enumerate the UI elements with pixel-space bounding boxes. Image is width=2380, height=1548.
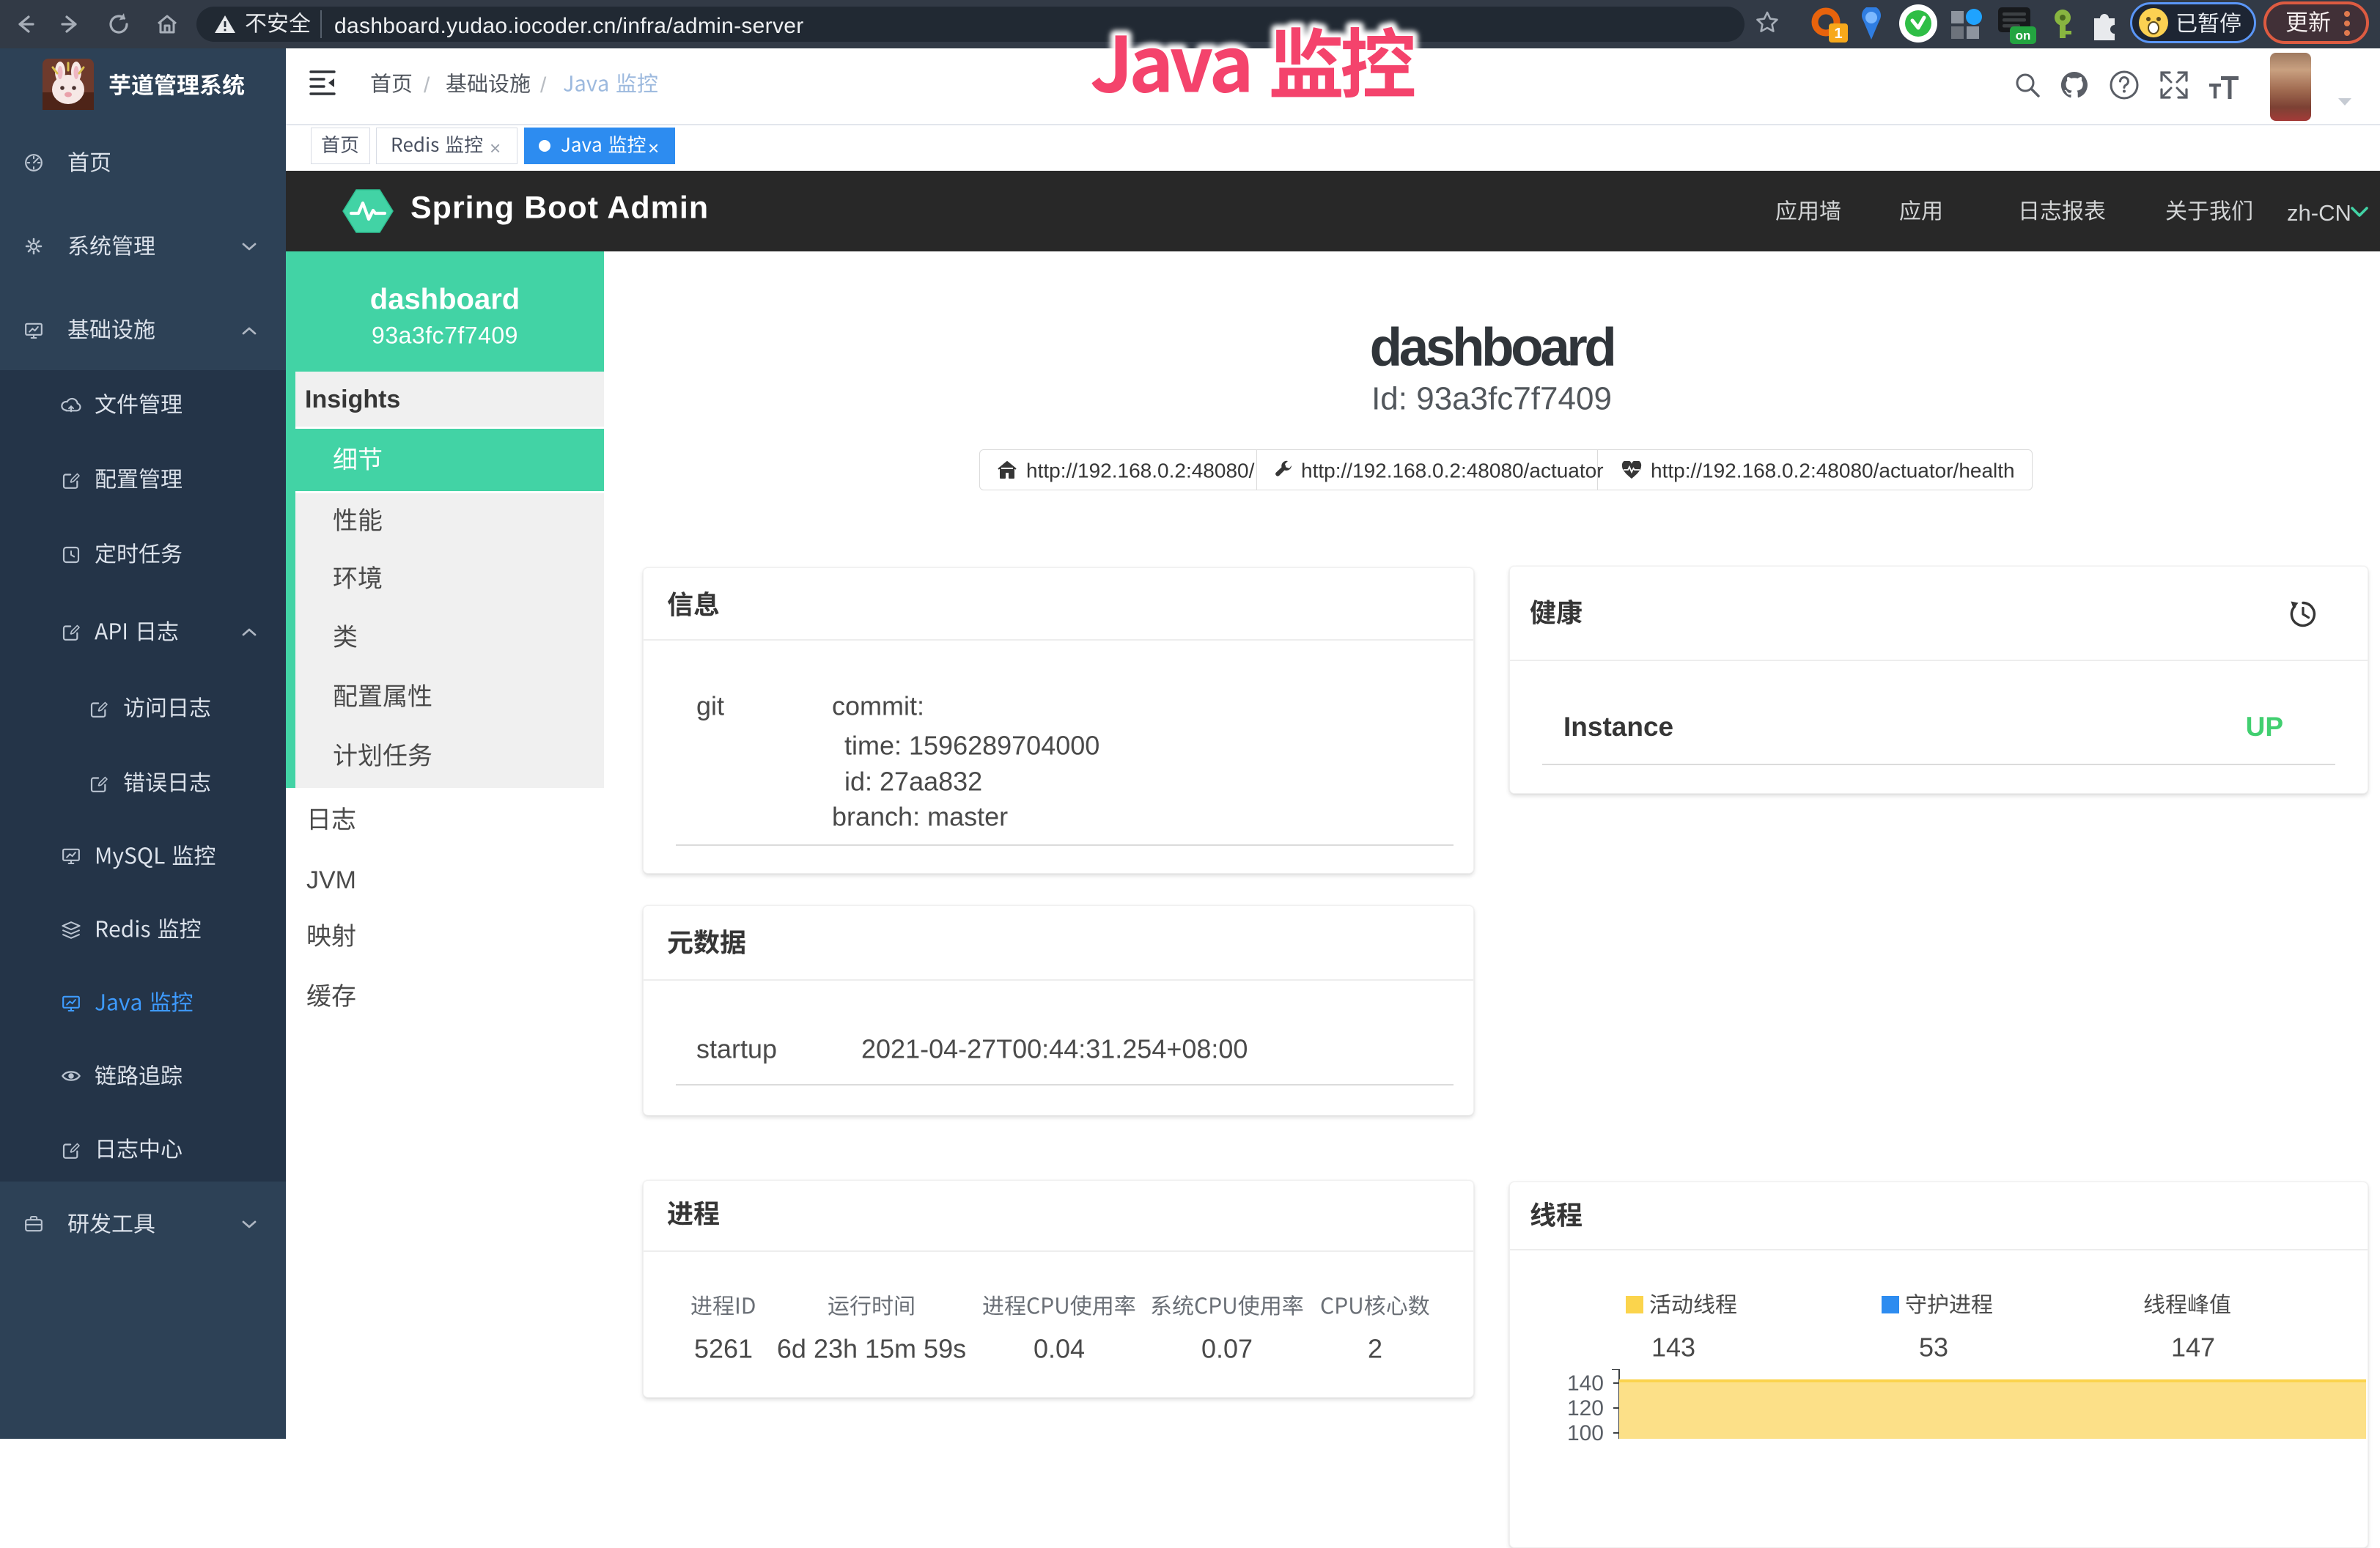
svg-text:on: on — [2016, 29, 2031, 43]
svg-text:1: 1 — [1834, 26, 1842, 42]
